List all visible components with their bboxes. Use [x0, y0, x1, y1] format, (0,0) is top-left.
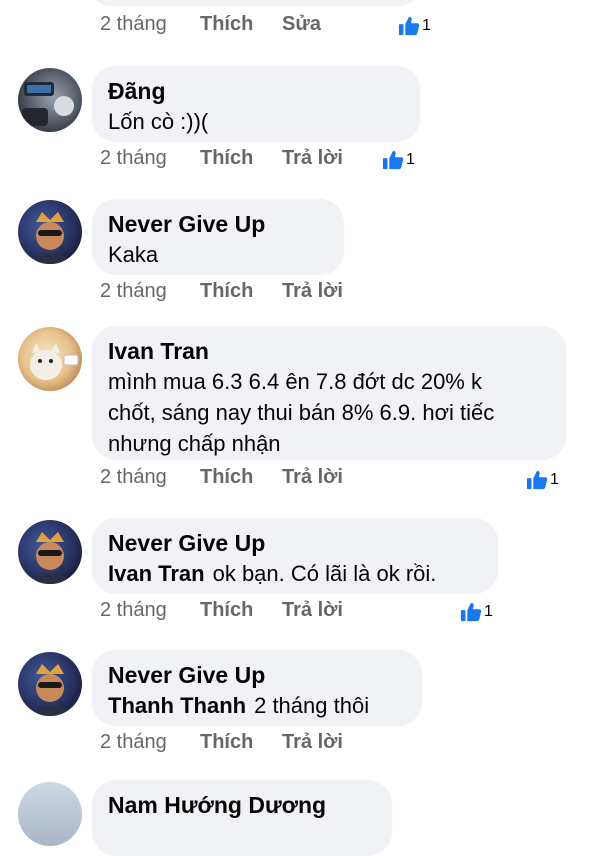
reaction-summary[interactable]: 1: [526, 468, 559, 492]
car-dashboard-avatar: [22, 82, 74, 126]
reply-button[interactable]: Trả lời: [282, 596, 343, 624]
comment-meta: 2 tháng Thích Trả lời: [100, 596, 400, 624]
comment-text-line: nhưng chấp nhận: [108, 431, 281, 456]
comment-bubble: Nam Hướng Dương: [92, 780, 392, 856]
crowned-character-avatar: [30, 212, 70, 264]
reaction-summary[interactable]: 1: [398, 14, 431, 38]
comment-author[interactable]: Never Give Up: [108, 209, 328, 239]
like-button[interactable]: Thích: [200, 463, 253, 491]
edit-button[interactable]: Sửa: [282, 10, 321, 38]
reaction-count: 1: [550, 471, 559, 488]
reply-button[interactable]: Trả lời: [282, 277, 343, 305]
avatar[interactable]: [18, 327, 82, 391]
comment-time[interactable]: 2 tháng: [100, 463, 167, 491]
comment-text: Lốn cò :))(: [108, 109, 209, 134]
like-button[interactable]: Thích: [200, 728, 253, 756]
like-button[interactable]: Thích: [200, 277, 253, 305]
crowned-character-avatar: [30, 664, 70, 716]
reply-button[interactable]: Trả lời: [282, 144, 343, 172]
comment-author[interactable]: Never Give Up: [108, 528, 482, 558]
thumbs-up-icon: [460, 602, 482, 622]
crowned-character-avatar: [30, 532, 70, 584]
reply-button[interactable]: Trả lời: [282, 728, 343, 756]
comment-time[interactable]: 2 tháng: [100, 277, 167, 305]
cat-avatar: [30, 343, 79, 380]
avatar[interactable]: [18, 520, 82, 584]
comment-author[interactable]: Never Give Up: [108, 660, 406, 690]
comment-time[interactable]: 2 tháng: [100, 596, 167, 624]
comment-bubble: Đãng Lốn cò :))(: [92, 66, 420, 142]
mention-link[interactable]: Thanh Thanh: [108, 693, 246, 718]
comment-bubble-partial: [92, 0, 418, 6]
like-button[interactable]: Thích: [200, 10, 253, 38]
comment-meta: 2 tháng Thích Trả lời: [100, 463, 400, 491]
comment-text-body: ok bạn. Có lãi là ok rồi.: [212, 561, 437, 586]
avatar[interactable]: [18, 652, 82, 716]
comment-text: Kaka: [108, 242, 159, 267]
comment-author[interactable]: Đãng: [108, 76, 404, 106]
comment-text: Thanh Thanh 2 tháng thôi: [108, 690, 406, 721]
comment-text-line: chốt, sáng nay thui bán 8% 6.9. hơi tiếc: [108, 400, 495, 425]
like-button[interactable]: Thích: [200, 596, 253, 624]
comment-text-line: mình mua 6.3 6.4 ên 7.8 đớt dc 20% k: [108, 369, 482, 394]
thumbs-up-icon: [526, 470, 548, 490]
comment-bubble: Never Give Up Thanh Thanh 2 tháng thôi: [92, 650, 422, 726]
avatar[interactable]: [18, 200, 82, 264]
comment-bubble: Ivan Tran mình mua 6.3 6.4 ên 7.8 đớt dc…: [92, 326, 566, 460]
comment-meta: 2 tháng Thích Trả lời: [100, 144, 400, 172]
comment-author[interactable]: Nam Hướng Dương: [108, 790, 376, 820]
comment-bubble: Never Give Up Ivan Tran ok bạn. Có lãi là…: [92, 518, 498, 594]
like-button[interactable]: Thích: [200, 144, 253, 172]
reaction-summary[interactable]: 1: [382, 148, 415, 172]
avatar[interactable]: [18, 782, 82, 846]
comment-text: Ivan Tran ok bạn. Có lãi là ok rồi.: [108, 558, 482, 589]
comment-author[interactable]: Ivan Tran: [108, 336, 550, 366]
reaction-count: 1: [422, 17, 431, 34]
reply-button[interactable]: Trả lời: [282, 463, 343, 491]
comment-bubble: Never Give Up Kaka: [92, 199, 344, 275]
reaction-count: 1: [484, 603, 493, 620]
comment-meta: 2 tháng Thích Sửa: [100, 10, 400, 38]
comment-time[interactable]: 2 tháng: [100, 144, 167, 172]
thumbs-up-icon: [398, 16, 420, 36]
comment-meta: 2 tháng Thích Trả lời: [100, 728, 400, 756]
comment-meta: 2 tháng Thích Trả lời: [100, 277, 400, 305]
reaction-summary[interactable]: 1: [460, 600, 493, 624]
comment-text-body: 2 tháng thôi: [254, 693, 370, 718]
reaction-count: 1: [406, 151, 415, 168]
avatar[interactable]: [18, 68, 82, 132]
comment-time[interactable]: 2 tháng: [100, 728, 167, 756]
comment-time[interactable]: 2 tháng: [100, 10, 167, 38]
thumbs-up-icon: [382, 150, 404, 170]
mention-link[interactable]: Ivan Tran: [108, 561, 205, 586]
